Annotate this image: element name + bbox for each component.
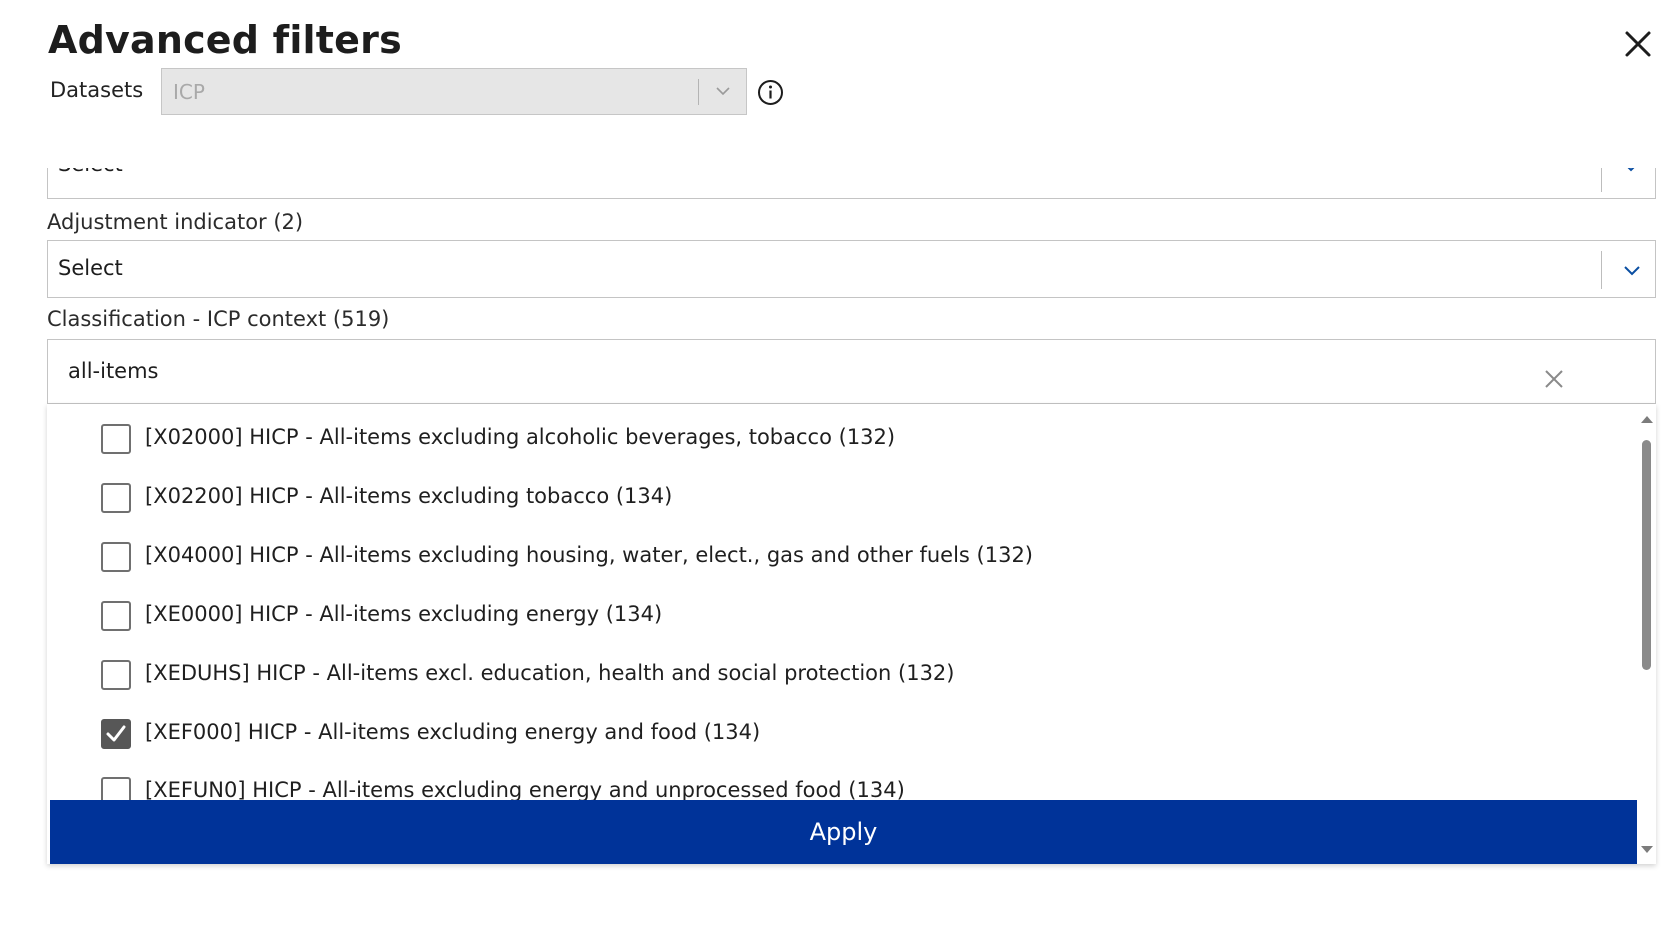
adjustment-indicator-label: Adjustment indicator (2)	[47, 210, 304, 234]
option-x04000[interactable]: [X04000] HICP - All-items excluding hous…	[101, 537, 1601, 577]
option-x02000[interactable]: [X02000] HICP - All-items excluding alco…	[101, 419, 1601, 459]
option-label: [XEF000] HICP - All-items excluding ener…	[145, 720, 761, 744]
datasets-select[interactable]: ICP	[161, 68, 747, 115]
close-button[interactable]	[1618, 24, 1658, 64]
select-separator	[1601, 168, 1602, 192]
option-xefun0[interactable]: [XEFUN0] HICP - All-items excluding ener…	[101, 772, 1601, 800]
option-label: [XEDUHS] HICP - All-items excl. educatio…	[145, 661, 955, 685]
select-separator	[698, 79, 699, 105]
select-separator	[1601, 251, 1602, 289]
dialog-title: Advanced filters	[48, 18, 402, 62]
checkbox[interactable]	[101, 424, 131, 454]
option-label: [XEFUN0] HICP - All-items excluding ener…	[145, 778, 905, 800]
adjustment-indicator-select[interactable]: Select	[47, 240, 1656, 298]
chevron-down-icon	[1624, 266, 1640, 276]
apply-button[interactable]: Apply	[50, 800, 1637, 864]
option-label: [XE0000] HICP - All-items excluding ener…	[145, 602, 663, 626]
adjustment-indicator-value: Select	[58, 256, 123, 280]
checkbox[interactable]	[101, 483, 131, 513]
chevron-down-icon	[716, 87, 730, 96]
partial-select-field[interactable]: Select	[47, 168, 1656, 199]
option-xeduhs[interactable]: [XEDUHS] HICP - All-items excl. educatio…	[101, 655, 1601, 695]
classification-search[interactable]	[47, 339, 1656, 404]
datasets-select-value: ICP	[173, 80, 205, 104]
checkbox[interactable]	[101, 660, 131, 690]
option-label: [X04000] HICP - All-items excluding hous…	[145, 543, 1033, 567]
checkmark-icon	[106, 725, 126, 742]
partial-select-value: Select	[58, 168, 123, 176]
info-icon[interactable]	[757, 79, 784, 106]
scroll-down-arrow-icon[interactable]	[1641, 846, 1653, 853]
option-label: [X02200] HICP - All-items excluding toba…	[145, 484, 673, 508]
option-xe0000[interactable]: [XE0000] HICP - All-items excluding ener…	[101, 596, 1601, 636]
classification-label: Classification - ICP context (519)	[47, 307, 390, 331]
option-x02200[interactable]: [X02200] HICP - All-items excluding toba…	[101, 478, 1601, 518]
checkbox[interactable]	[101, 777, 131, 800]
checkbox[interactable]	[101, 601, 131, 631]
scroll-thumb[interactable]	[1642, 440, 1651, 670]
classification-dropdown: [X02000] HICP - All-items excluding alco…	[47, 404, 1656, 864]
classification-search-input[interactable]	[68, 354, 1468, 388]
close-icon	[1625, 31, 1651, 57]
scrollbar[interactable]	[1637, 404, 1656, 864]
scroll-up-arrow-icon[interactable]	[1641, 416, 1653, 423]
clear-icon[interactable]	[1542, 367, 1566, 391]
checkbox-checked[interactable]	[101, 719, 131, 749]
option-xef000[interactable]: [XEF000] HICP - All-items excluding ener…	[101, 714, 1601, 754]
datasets-label: Datasets	[50, 78, 144, 102]
checkbox[interactable]	[101, 542, 131, 572]
option-label: [X02000] HICP - All-items excluding alco…	[145, 425, 896, 449]
advanced-filters-dialog: Advanced filters Datasets ICP Select Adj…	[0, 0, 1676, 927]
chevron-down-icon	[1627, 168, 1635, 172]
options-list: [X02000] HICP - All-items excluding alco…	[47, 404, 1637, 800]
